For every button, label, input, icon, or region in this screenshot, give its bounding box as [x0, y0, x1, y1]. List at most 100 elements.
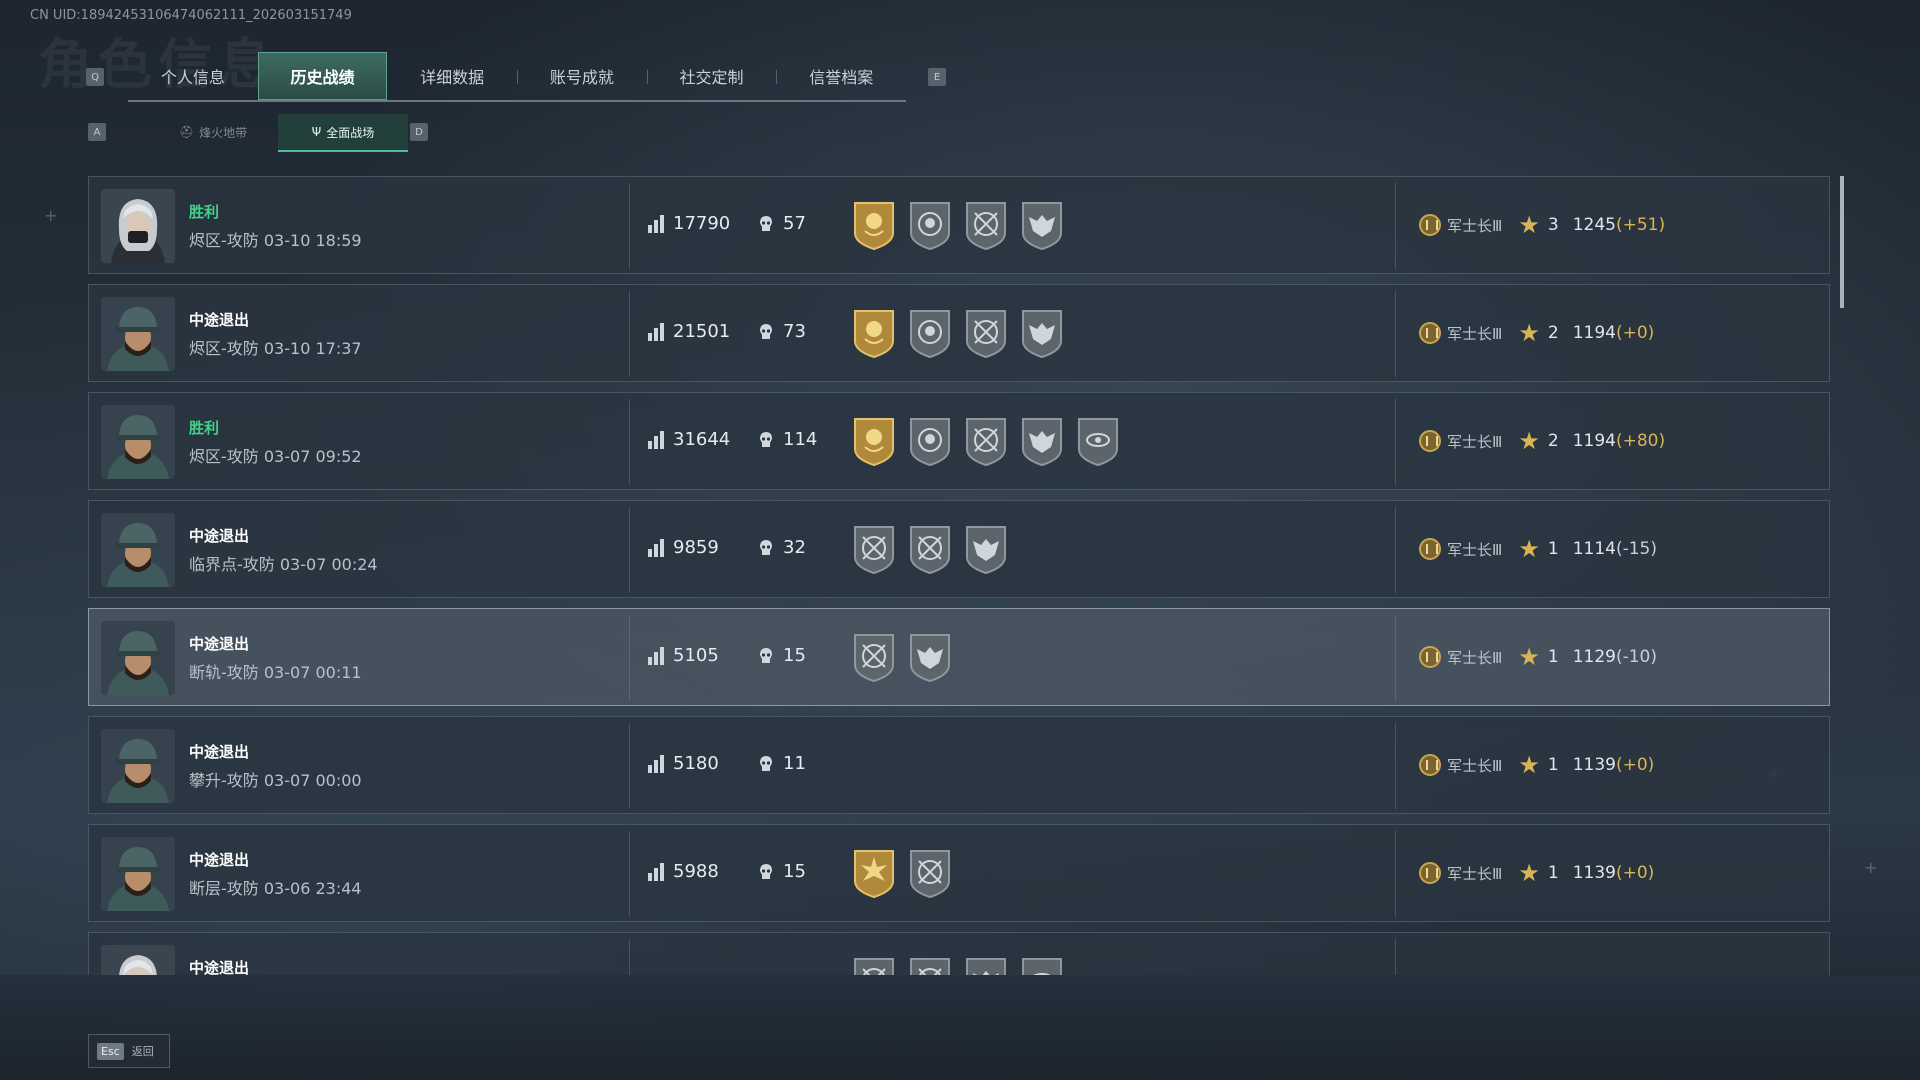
- match-row[interactable]: 中途退出 烬区-攻防 03-10 17:37 21501 73 军士长Ⅲ ★ 2 1194 (+…: [88, 284, 1830, 382]
- medal-badges: [851, 307, 1075, 359]
- rank-info: 军士长Ⅲ ★ 1 1129 (-10): [1419, 643, 1657, 671]
- rank-stars-count: 2: [1547, 323, 1559, 343]
- skull-target-medal-icon[interactable]: [907, 307, 953, 359]
- winged-skull-medal-icon[interactable]: [1019, 199, 1065, 251]
- rank-emblem-icon: [1419, 322, 1441, 344]
- winged-skull-medal-icon[interactable]: [1019, 415, 1065, 467]
- subtab-prev-key-hint[interactable]: A: [88, 123, 106, 141]
- back-button[interactable]: Esc 返回: [88, 1034, 170, 1068]
- eye-scope-medal-icon[interactable]: [1019, 955, 1065, 975]
- operator-avatar: [101, 729, 175, 803]
- crossed-rifles-medal-icon[interactable]: [851, 955, 897, 975]
- rank-points-delta: (-15): [1615, 539, 1657, 559]
- skull-target-medal-icon[interactable]: [907, 415, 953, 467]
- skull-target-medal-icon[interactable]: [907, 199, 953, 251]
- male-operator-avatar: [101, 837, 175, 911]
- subtab-0[interactable]: ⛑ 烽火地带: [148, 114, 278, 150]
- gold-burst-medal-icon[interactable]: [851, 847, 897, 899]
- row-divider: [629, 291, 630, 377]
- operator-avatar: [101, 621, 175, 695]
- match-kills: 73: [757, 321, 806, 342]
- rank-info: 军士长Ⅲ ★ 1 1114 (-15): [1419, 535, 1657, 563]
- kills-skull-icon: [760, 863, 772, 879]
- match-time: 03-07 00:00: [263, 771, 362, 790]
- eye-scope-medal-icon[interactable]: [1075, 415, 1121, 467]
- male-operator-avatar: [101, 729, 175, 803]
- list-scrollbar[interactable]: [1840, 176, 1844, 308]
- winged-skull-medal-icon[interactable]: [907, 631, 953, 683]
- tab-0[interactable]: 个人信息: [128, 52, 258, 100]
- rank-star-icon: ★: [1518, 427, 1540, 455]
- rank-emblem-icon: [1419, 214, 1441, 236]
- match-score: 31644: [647, 429, 730, 450]
- match-row[interactable]: 中途退出 攀升-攻防 03-07 00:00 5180 11 军士长Ⅲ ★ 1 1139 (+0…: [88, 716, 1830, 814]
- winged-skull-medal-icon[interactable]: [963, 523, 1009, 575]
- winged-skull-medal-icon[interactable]: [963, 955, 1009, 975]
- tab-1[interactable]: 历史战绩: [257, 52, 388, 100]
- match-row[interactable]: 中途退出 断层-攻防 03-06 23:44 5988 15 军士长Ⅲ ★ 1 1139 (+0…: [88, 824, 1830, 922]
- match-row[interactable]: 中途退出: [88, 932, 1830, 975]
- row-divider: [1395, 831, 1396, 917]
- gold-rose-medal-icon[interactable]: [851, 415, 897, 467]
- tab-3[interactable]: 账号成就: [517, 52, 647, 100]
- winged-skull-medal-icon[interactable]: [1019, 307, 1065, 359]
- kills-value: 15: [783, 645, 806, 666]
- rank-info: 军士长Ⅲ ★ 1 1139 (+0): [1419, 751, 1654, 779]
- rank-star-icon: ★: [1518, 859, 1540, 887]
- match-map-mode: 断层-攻防: [189, 879, 259, 898]
- rank-name: 军士长Ⅲ: [1447, 432, 1503, 451]
- subtab-next-key-hint[interactable]: D: [410, 123, 428, 141]
- match-kills: 57: [757, 213, 806, 234]
- crossed-rifles-medal-icon[interactable]: [851, 631, 897, 683]
- crossed-rifles-medal-icon[interactable]: [907, 523, 953, 575]
- crossed-rifles-medal-icon[interactable]: [851, 523, 897, 575]
- match-kills: 11: [757, 753, 806, 774]
- tab-next-key-hint[interactable]: E: [928, 68, 946, 86]
- gold-rose-medal-icon[interactable]: [851, 199, 897, 251]
- rank-info: 军士长Ⅲ ★ 2 1194 (+80): [1419, 427, 1665, 455]
- score-value: 9859: [673, 537, 719, 558]
- main-tabs: 个人信息 历史战绩 详细数据 账号成就 社交定制 信誉档案: [128, 52, 906, 102]
- kills-skull-icon: [760, 755, 772, 771]
- rank-emblem-icon: [1419, 862, 1441, 884]
- crossed-rifles-medal-icon[interactable]: [963, 415, 1009, 467]
- tab-5[interactable]: 信誉档案: [776, 52, 906, 100]
- match-time: 03-10 17:37: [263, 339, 362, 358]
- subtab-1[interactable]: Ψ 全面战场: [278, 114, 408, 152]
- match-row[interactable]: 中途退出 临界点-攻防 03-07 00:24 9859 32 军士长Ⅲ ★ 1 1114 (-…: [88, 500, 1830, 598]
- match-row[interactable]: 中途退出 断轨-攻防 03-07 00:11 5105 15 军士长Ⅲ ★ 1 1129 (-1…: [88, 608, 1830, 706]
- tab-prev-key-hint[interactable]: Q: [86, 68, 104, 86]
- row-divider: [1395, 615, 1396, 701]
- match-row[interactable]: 胜利 烬区-攻防 03-07 09:52 31644 114 军士长Ⅲ ★ 2 1194 (+8…: [88, 392, 1830, 490]
- match-meta: 烬区-攻防 03-10 18:59: [189, 227, 362, 251]
- rank-info: 军士长Ⅲ ★ 3 1245 (+51): [1419, 211, 1665, 239]
- tab-2[interactable]: 详细数据: [387, 52, 517, 100]
- gold-rose-medal-icon[interactable]: [851, 307, 897, 359]
- rank-emblem-icon: [1419, 538, 1441, 560]
- row-divider: [629, 399, 630, 485]
- back-label: 返回: [131, 1045, 154, 1058]
- match-result: 中途退出: [189, 743, 250, 761]
- medal-badges: [851, 523, 1019, 575]
- kills-value: 57: [783, 213, 806, 234]
- rank-points-delta: (+0): [1615, 323, 1655, 343]
- operator-avatar: [101, 945, 175, 975]
- crossed-rifles-medal-icon[interactable]: [907, 955, 953, 975]
- tab-4[interactable]: 社交定制: [646, 52, 777, 100]
- rank-name: 军士长Ⅲ: [1447, 756, 1503, 775]
- crossed-rifles-medal-icon[interactable]: [963, 199, 1009, 251]
- crossed-rifles-medal-icon[interactable]: [907, 847, 953, 899]
- match-meta: 临界点-攻防 03-07 00:24: [189, 551, 378, 575]
- operator-avatar: [101, 189, 175, 263]
- kills-skull-icon: [760, 323, 772, 339]
- match-row[interactable]: 胜利 烬区-攻防 03-10 18:59 17790 57 军士长Ⅲ ★ 3 1245 (+51…: [88, 176, 1830, 274]
- medal-badges: [851, 955, 1075, 975]
- rank-points: 1129: [1572, 647, 1616, 667]
- medal-badges: [851, 847, 963, 899]
- mode-subtabs: ⛑ 烽火地带 Ψ 全面战场: [148, 114, 408, 152]
- match-time: 03-07 00:24: [279, 555, 378, 574]
- match-time: 03-07 09:52: [263, 447, 362, 466]
- crossed-rifles-medal-icon[interactable]: [963, 307, 1009, 359]
- match-history-list[interactable]: 胜利 烬区-攻防 03-10 18:59 17790 57 军士长Ⅲ ★ 3 1245 (+51…: [88, 176, 1832, 975]
- match-time: 03-06 23:44: [263, 879, 362, 898]
